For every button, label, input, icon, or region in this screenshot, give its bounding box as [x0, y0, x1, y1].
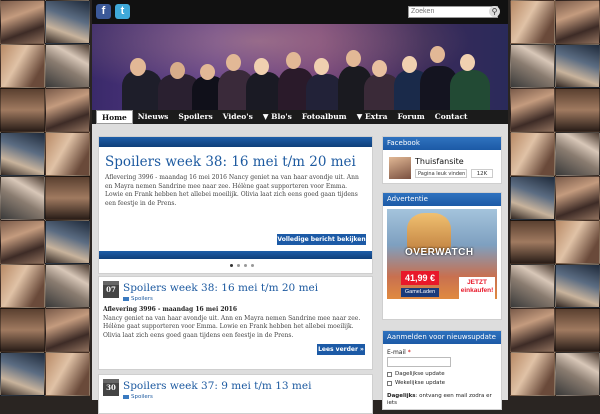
- nav-item-fotoalbum[interactable]: Fotoalbum: [297, 110, 352, 124]
- facebook-like-button[interactable]: Pagina leuk vinden: [415, 169, 467, 178]
- slider-pagination: [230, 264, 254, 267]
- search-icon[interactable]: ⚲: [489, 6, 500, 17]
- ad-price: 41,99 €: [401, 271, 439, 285]
- checkbox[interactable]: [387, 380, 392, 386]
- post-item: 07 Spoilers week 38: 16 mei t/m 20 mei S…: [98, 276, 373, 370]
- nav-item-nieuws[interactable]: Nieuws: [133, 110, 174, 124]
- checkbox[interactable]: [387, 371, 392, 377]
- slider-dot[interactable]: [237, 264, 240, 267]
- post-date-badge: 07: [103, 281, 119, 298]
- twitter-icon[interactable]: t: [115, 4, 130, 19]
- header-banner: [92, 24, 508, 110]
- post-item: 30 Spoilers week 37: 9 mei t/m 13 mei Sp…: [98, 374, 373, 414]
- weekly-update-option[interactable]: Wekelijkse update: [387, 380, 445, 386]
- email-field[interactable]: [387, 357, 451, 367]
- slider-dot[interactable]: [251, 264, 254, 267]
- facebook-page-name[interactable]: Thuisfansite: [415, 157, 464, 166]
- read-full-post-button[interactable]: Volledige bericht bekijken: [277, 234, 366, 245]
- nav-item-spoilers[interactable]: Spoilers: [173, 110, 217, 124]
- slider-title[interactable]: Spoilers week 38: 16 mei t/m 20 mei: [105, 154, 356, 170]
- post-date-badge: 30: [103, 379, 119, 396]
- main-nav: Home Nieuws Spoilers Video's ▼ Blo's Fot…: [92, 110, 508, 124]
- advertisement-banner[interactable]: OVERWATCH 41,99 € GameLaden JETZT einkau…: [387, 209, 497, 299]
- facebook-widget: Facebook Thuisfansite Pagina leuk vinden…: [382, 136, 502, 184]
- nav-item-home[interactable]: Home: [96, 110, 133, 124]
- featured-slider: Spoilers week 38: 16 mei t/m 20 mei Afle…: [98, 136, 373, 274]
- widget-heading: Facebook: [383, 137, 501, 150]
- search-input[interactable]: Zoeken: [408, 6, 498, 18]
- nav-item-blos[interactable]: ▼ Blo's: [258, 110, 297, 124]
- facebook-icon[interactable]: f: [96, 4, 111, 19]
- newsletter-note: Dagelijks: ontvang een mail zodra er iet…: [387, 393, 492, 406]
- advertisement-widget: Advertentie OVERWATCH 41,99 € GameLaden …: [382, 192, 502, 320]
- email-label: E-mail *: [387, 349, 411, 356]
- post-category[interactable]: Spoilers: [123, 296, 153, 302]
- nav-item-contact[interactable]: Contact: [430, 110, 473, 124]
- ad-cta: JETZT einkaufen!: [459, 277, 495, 299]
- slider-dot[interactable]: [230, 264, 233, 267]
- facebook-page-avatar[interactable]: [389, 157, 411, 179]
- widget-heading: Aanmelden voor nieuwsupdate: [383, 331, 501, 344]
- slider-excerpt: Aflevering 3996 - maandag 16 mei 2016 Na…: [105, 174, 359, 207]
- nav-item-extra[interactable]: ▼ Extra: [352, 110, 393, 124]
- daily-update-option[interactable]: Dagelijkse update: [387, 371, 445, 377]
- ad-game-logo: OVERWATCH: [405, 247, 474, 258]
- post-excerpt: Aflevering 3996 - maandag 16 mei 2016 Nan…: [103, 306, 361, 339]
- nav-item-videos[interactable]: Video's: [218, 110, 258, 124]
- post-category[interactable]: Spoilers: [123, 394, 153, 400]
- widget-heading: Advertentie: [383, 193, 501, 206]
- newsletter-widget: Aanmelden voor nieuwsupdate E-mail * Dag…: [382, 330, 502, 410]
- ad-shop-logo: GameLaden: [401, 288, 439, 297]
- folder-icon: [123, 394, 129, 399]
- slider-dot[interactable]: [244, 264, 247, 267]
- background-mosaic-right: [510, 0, 600, 400]
- post-title[interactable]: Spoilers week 38: 16 mei t/m 20 mei: [123, 282, 318, 294]
- post-title[interactable]: Spoilers week 37: 9 mei t/m 13 mei: [123, 380, 311, 392]
- background-mosaic-left: [0, 0, 90, 400]
- read-more-button[interactable]: Lees verder »: [317, 344, 365, 355]
- nav-item-forum[interactable]: Forum: [392, 110, 429, 124]
- folder-icon: [123, 296, 129, 301]
- facebook-like-count: 12K: [471, 169, 493, 178]
